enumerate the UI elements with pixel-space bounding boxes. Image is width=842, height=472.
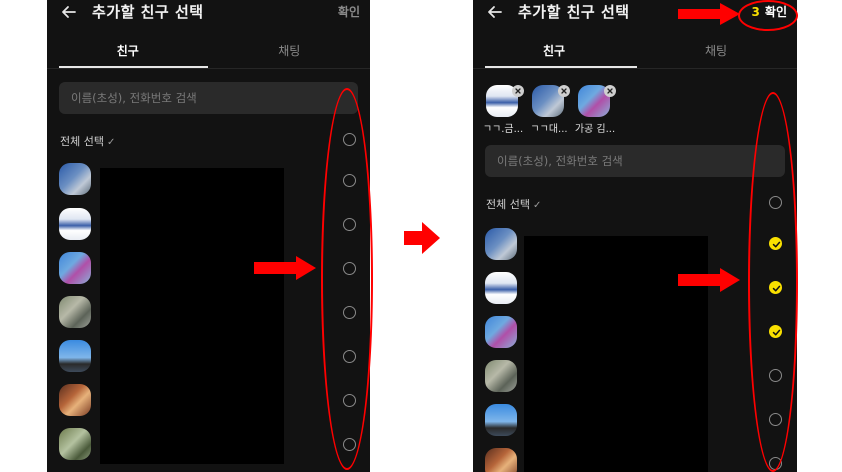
page-title: 추가할 친구 선택 [92, 3, 204, 21]
confirm-button[interactable]: 확인 [338, 3, 360, 20]
select-all-text: 전체 선택 [60, 135, 104, 148]
highlight-oval [738, 0, 798, 31]
selected-friend-chip[interactable]: ㄱㄱ대... [530, 85, 574, 135]
avatar [485, 360, 517, 392]
chip-label: 가공 김... [574, 124, 616, 135]
avatar [59, 208, 91, 240]
select-all-label[interactable]: 전체 선택 ✓ [486, 196, 541, 212]
tab-divider [47, 68, 370, 69]
select-all-text: 전체 선택 [486, 198, 530, 211]
close-icon[interactable] [558, 85, 570, 97]
chip-label: ㄱㄱ.금... [482, 124, 524, 135]
avatar [59, 163, 91, 195]
avatar [59, 340, 91, 372]
selected-friend-chip[interactable]: ㄱㄱ.금... [483, 85, 528, 135]
close-icon[interactable] [512, 85, 524, 97]
tab-chats[interactable]: 채팅 [209, 38, 371, 64]
red-arrow-icon [404, 222, 440, 254]
tab-chats[interactable]: 채팅 [635, 38, 797, 64]
selected-friend-chip[interactable]: 가공 김... [575, 85, 620, 135]
tab-bar: 친구 채팅 [473, 38, 797, 69]
select-all-label[interactable]: 전체 선택 ✓ [60, 133, 115, 149]
avatar [485, 404, 517, 436]
highlight-oval [321, 88, 373, 470]
avatar [485, 228, 517, 260]
avatar [485, 272, 517, 304]
red-arrow-icon [254, 256, 316, 280]
redacted-names [100, 168, 284, 464]
search-input[interactable]: 이름(초성), 전화번호 검색 [485, 145, 785, 177]
check-icon: ✓ [532, 200, 542, 211]
close-icon[interactable] [604, 85, 616, 97]
check-icon: ✓ [106, 137, 116, 148]
avatar [59, 296, 91, 328]
avatar [485, 448, 517, 472]
tab-friends[interactable]: 친구 [47, 38, 209, 64]
red-arrow-icon [678, 3, 740, 25]
avatar [59, 252, 91, 284]
confirm-label: 확인 [337, 5, 360, 19]
highlight-oval [748, 92, 798, 472]
tab-friends[interactable]: 친구 [473, 38, 635, 64]
avatar [59, 428, 91, 460]
avatar [59, 384, 91, 416]
tab-divider [473, 68, 797, 69]
header: 추가할 친구 선택 확인 [47, 0, 370, 26]
chip-label: ㄱㄱ대... [530, 124, 568, 135]
page-title: 추가할 친구 선택 [518, 3, 630, 21]
red-arrow-icon [678, 268, 740, 292]
avatar [485, 316, 517, 348]
arrow-left-icon[interactable] [485, 2, 505, 22]
arrow-left-icon[interactable] [59, 2, 79, 22]
search-input[interactable]: 이름(초성), 전화번호 검색 [59, 82, 358, 114]
tab-bar: 친구 채팅 [47, 38, 371, 69]
